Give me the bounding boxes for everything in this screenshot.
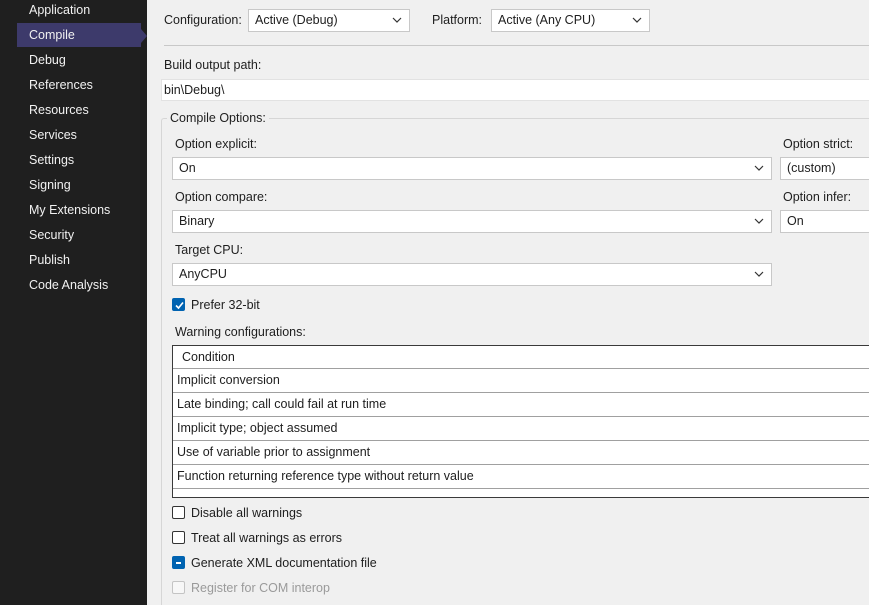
- option-explicit-value: On: [179, 161, 196, 175]
- checkmark-icon: [175, 301, 184, 310]
- option-infer-value: On: [787, 214, 804, 228]
- option-explicit-dropdown[interactable]: On: [172, 157, 772, 180]
- option-compare-dropdown[interactable]: Binary: [172, 210, 772, 233]
- sidebar-item-compile[interactable]: Compile: [17, 23, 141, 47]
- prefer-32bit-checkbox[interactable]: [172, 298, 185, 311]
- build-output-path-input[interactable]: bin\Debug\: [161, 79, 869, 101]
- warnings-grid[interactable]: Condition Implicit conversion Late bindi…: [172, 345, 869, 498]
- prefer-32bit-label[interactable]: Prefer 32-bit: [191, 298, 260, 312]
- sidebar-item-settings[interactable]: Settings: [17, 148, 141, 172]
- sidebar-item-my-extensions[interactable]: My Extensions: [17, 198, 141, 222]
- header-divider: [164, 45, 869, 46]
- option-strict-value: (custom): [787, 161, 836, 175]
- register-com-interop-checkbox: [172, 581, 185, 594]
- table-row-partial[interactable]: [173, 489, 869, 497]
- generate-xml-doc-checkbox[interactable]: [172, 556, 185, 569]
- disable-all-warnings-label[interactable]: Disable all warnings: [191, 506, 302, 520]
- chevron-down-icon: [631, 10, 643, 31]
- target-cpu-value: AnyCPU: [179, 267, 227, 281]
- disable-all-warnings-checkbox[interactable]: [172, 506, 185, 519]
- register-com-interop-label: Register for COM interop: [191, 581, 330, 595]
- sidebar-item-debug[interactable]: Debug: [17, 48, 141, 72]
- table-row[interactable]: Implicit conversion: [173, 369, 869, 393]
- table-row[interactable]: Implicit type; object assumed: [173, 417, 869, 441]
- option-compare-label: Option compare:: [175, 190, 268, 204]
- sidebar-item-code-analysis[interactable]: Code Analysis: [17, 273, 141, 297]
- sidebar-item-resources[interactable]: Resources: [17, 98, 141, 122]
- sidebar-item-services[interactable]: Services: [17, 123, 141, 147]
- chevron-down-icon: [753, 158, 765, 179]
- option-explicit-label: Option explicit:: [175, 137, 257, 151]
- table-row[interactable]: Function returning reference type withou…: [173, 465, 869, 489]
- option-infer-label: Option infer:: [783, 190, 852, 204]
- configuration-value: Active (Debug): [255, 13, 338, 27]
- target-cpu-label: Target CPU:: [175, 243, 244, 257]
- sidebar-item-application[interactable]: Application: [17, 0, 141, 22]
- configuration-dropdown[interactable]: Active (Debug): [248, 9, 410, 32]
- build-output-path-label: Build output path:: [164, 58, 262, 72]
- warning-configurations-label: Warning configurations:: [175, 325, 306, 339]
- build-output-path-value: bin\Debug\: [164, 83, 225, 97]
- target-cpu-dropdown[interactable]: AnyCPU: [172, 263, 772, 286]
- grid-header-condition[interactable]: Condition: [173, 346, 869, 369]
- platform-value: Active (Any CPU): [498, 13, 596, 27]
- treat-warnings-as-errors-label[interactable]: Treat all warnings as errors: [191, 531, 342, 545]
- chevron-down-icon: [753, 264, 765, 285]
- sidebar-item-security[interactable]: Security: [17, 223, 141, 247]
- sidebar-item-publish[interactable]: Publish: [17, 248, 141, 272]
- sidebar-item-references[interactable]: References: [17, 73, 141, 97]
- table-row[interactable]: Late binding; call could fail at run tim…: [173, 393, 869, 417]
- configuration-label: Configuration:: [164, 13, 242, 27]
- option-compare-value: Binary: [179, 214, 215, 228]
- sidebar-item-signing[interactable]: Signing: [17, 173, 141, 197]
- option-strict-label: Option strict:: [783, 137, 854, 151]
- option-strict-dropdown[interactable]: (custom): [780, 157, 869, 180]
- compile-options-title: Compile Options:: [167, 111, 269, 125]
- sidebar-nav: Application Compile Debug References Res…: [0, 0, 147, 605]
- chevron-down-icon: [753, 211, 765, 232]
- table-row[interactable]: Use of variable prior to assignment: [173, 441, 869, 465]
- platform-dropdown[interactable]: Active (Any CPU): [491, 9, 650, 32]
- platform-label: Platform:: [432, 13, 483, 27]
- treat-warnings-as-errors-checkbox[interactable]: [172, 531, 185, 544]
- option-infer-dropdown[interactable]: On: [780, 210, 869, 233]
- chevron-down-icon: [391, 10, 403, 31]
- generate-xml-doc-label[interactable]: Generate XML documentation file: [191, 556, 377, 570]
- compile-page: Configuration: Active (Debug) Platform: …: [147, 0, 869, 605]
